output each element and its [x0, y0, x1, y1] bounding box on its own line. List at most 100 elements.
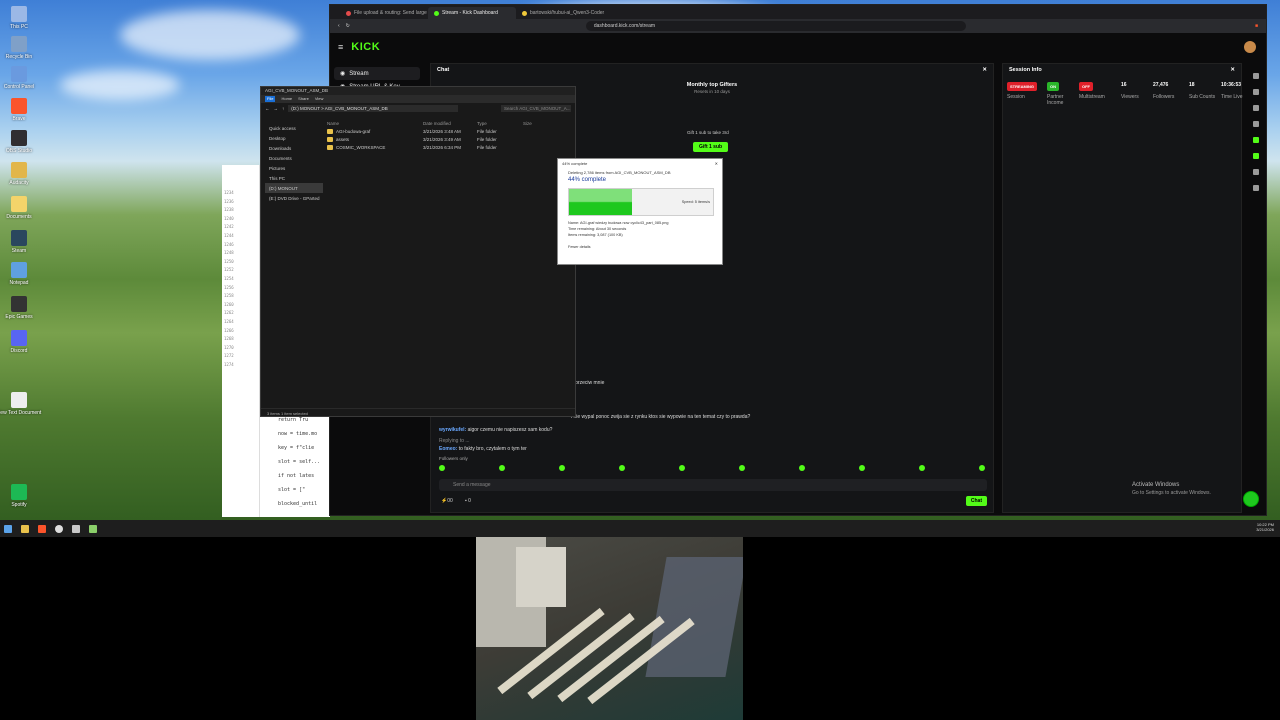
emote-icon[interactable] — [739, 465, 745, 471]
session-stat: ON Partner Income — [1047, 82, 1081, 106]
tool-icon[interactable] — [1253, 89, 1259, 95]
column-header[interactable]: Type — [477, 121, 523, 126]
chat-icon[interactable] — [1253, 137, 1259, 143]
forward-icon[interactable]: → — [274, 106, 279, 111]
emote-icon[interactable] — [799, 465, 805, 471]
back-icon[interactable]: ← — [265, 106, 270, 111]
file-row[interactable]: AGI-budowa-graf 3/21/2026 3:48 AM File fol… — [327, 127, 549, 135]
start-icon[interactable] — [4, 524, 12, 533]
app-icon — [11, 6, 27, 22]
reload-icon[interactable]: ↻ — [346, 23, 350, 29]
nav-item[interactable]: This PC — [265, 173, 323, 183]
chat-text: Replying to ... — [439, 438, 470, 444]
desktop-icon[interactable]: Audacity — [4, 162, 34, 186]
up-icon[interactable]: ↑ — [282, 106, 284, 111]
column-header[interactable]: Size — [523, 121, 549, 126]
chat-send-button[interactable]: Chat — [965, 496, 987, 506]
explorer-search[interactable]: Search AGI_CVB_MONOUT_A... — [501, 104, 571, 112]
brave-icon[interactable] — [38, 524, 46, 533]
ribbon-tab[interactable]: File — [265, 96, 276, 102]
tool-icon[interactable] — [1253, 121, 1259, 127]
desktop-icon[interactable]: This PC — [4, 6, 34, 30]
browser-tab[interactable]: Stream - Kick Dashboard — [428, 7, 516, 19]
emote-icon[interactable] — [919, 465, 925, 471]
nav-item[interactable]: Desktop — [265, 133, 323, 143]
nav-item[interactable]: (E:) DVD Drive - GParted — [265, 193, 323, 203]
fewer-details-button[interactable]: Fewer details — [568, 245, 712, 249]
close-icon[interactable]: ✕ — [1230, 67, 1235, 73]
desktop-icon[interactable]: New Text Document — [0, 392, 41, 416]
nav-item[interactable]: Documents — [265, 153, 323, 163]
back-icon[interactable]: ‹ — [338, 23, 340, 29]
nav-item[interactable]: (D:) MONOUT — [265, 183, 323, 193]
clock-date: 3/21/2026 — [1256, 527, 1274, 532]
app-icon — [11, 262, 27, 278]
desktop-icon[interactable]: Recycle Bin — [4, 36, 34, 60]
desktop-icon[interactable]: Documents — [4, 196, 34, 220]
emote-icon[interactable] — [679, 465, 685, 471]
close-icon[interactable]: ✕ — [715, 161, 718, 166]
nav-item[interactable]: Quick access — [265, 123, 323, 133]
file-row[interactable]: COSMIC_WORKSPACE 3/21/2026 6:34 PM File fo… — [327, 143, 549, 151]
obs-icon[interactable] — [55, 524, 63, 533]
desktop-icon[interactable]: Control Panel — [4, 66, 34, 90]
column-header[interactable]: Date modified — [423, 121, 477, 126]
emote-icon[interactable] — [499, 465, 505, 471]
close-icon[interactable]: ✕ — [982, 67, 987, 73]
explorer-path[interactable]: (D:) MONOUT > AGI_CVB_MONOUT_ASM_DB — [288, 104, 459, 112]
url-input[interactable]: dashboard.kick.com/stream — [585, 21, 966, 31]
tool-icon[interactable] — [1253, 169, 1259, 175]
progress-bar: Speed: 5 items/s — [568, 188, 714, 216]
tool-icon[interactable] — [1253, 153, 1259, 159]
chat-username[interactable]: Eomeo: — [439, 446, 457, 452]
sidebar-item[interactable]: ◉ Stream — [334, 67, 420, 80]
browser-tab[interactable]: File upload & routing: Send large ph — [340, 7, 428, 19]
desktop-icon[interactable]: Epic Games — [4, 296, 34, 320]
avatar[interactable] — [1244, 41, 1256, 53]
system-tray[interactable]: 10:22 PM 3/21/2026 — [1256, 522, 1274, 532]
favicon-icon — [434, 10, 439, 16]
desktop-icon[interactable]: Spotify — [4, 484, 34, 508]
sidebar-item-icon: ◉ — [340, 71, 346, 77]
emote-icon[interactable] — [859, 465, 865, 471]
desktop-icon-label: Documents — [6, 214, 32, 220]
ribbon-tab[interactable]: Home — [281, 96, 292, 102]
app-icon — [11, 392, 27, 408]
whatsapp-icon[interactable] — [1243, 491, 1259, 507]
ribbon-tab[interactable]: Share — [298, 96, 309, 102]
nav-item[interactable]: Pictures — [265, 163, 323, 173]
emote-icon[interactable] — [559, 465, 565, 471]
code-line: if not lates — [278, 473, 315, 479]
browser-tab[interactable]: bartowski/hubui-ai_Qwen3-Coder-N — [516, 7, 604, 19]
emote-icon[interactable] — [439, 465, 445, 471]
emote-icon[interactable] — [619, 465, 625, 471]
emote-icon[interactable] — [979, 465, 985, 471]
session-stat: 27,476 Followers — [1153, 82, 1187, 100]
nav-item[interactable]: Downloads — [265, 143, 323, 153]
chat-username[interactable]: wyrwikufel: — [439, 427, 466, 433]
line-number: 1244 — [224, 232, 234, 238]
ribbon-tab[interactable]: View — [315, 96, 324, 102]
desktop-icon[interactable]: OBS Studio — [4, 130, 34, 154]
desktop-icon[interactable]: Discord — [4, 330, 34, 354]
kick-logo[interactable]: KICK — [351, 41, 380, 53]
extensions-icon[interactable]: ■ — [1255, 23, 1258, 29]
desktop: This PC Recycle Bin Control Panel Brave OBS … — [0, 0, 1280, 537]
chat-text: to fakty bro, czytalem o tym ter — [458, 446, 527, 452]
file-explorer-icon[interactable] — [21, 524, 29, 533]
desktop-icon[interactable]: Notepad — [4, 262, 34, 286]
chat-input[interactable]: Send a message — [439, 479, 987, 491]
tool-icon[interactable] — [1253, 105, 1259, 111]
notepad-icon[interactable] — [89, 524, 97, 533]
column-header[interactable]: Name — [327, 121, 423, 126]
explorer-icon[interactable] — [72, 524, 80, 533]
desktop-icon-label: New Text Document — [0, 410, 42, 416]
explorer-status: 3 items 1 item selected — [261, 408, 575, 416]
desktop-icon[interactable]: Brave — [4, 98, 34, 122]
menu-icon[interactable]: ≡ — [338, 42, 343, 52]
gift-sub-button[interactable]: Gift 1 sub — [693, 142, 729, 152]
file-row[interactable]: assets 3/21/2026 3:49 AM File folder — [327, 135, 549, 143]
tool-icon[interactable] — [1253, 73, 1259, 79]
desktop-icon[interactable]: Steam — [4, 230, 34, 254]
tool-icon[interactable] — [1253, 185, 1259, 191]
